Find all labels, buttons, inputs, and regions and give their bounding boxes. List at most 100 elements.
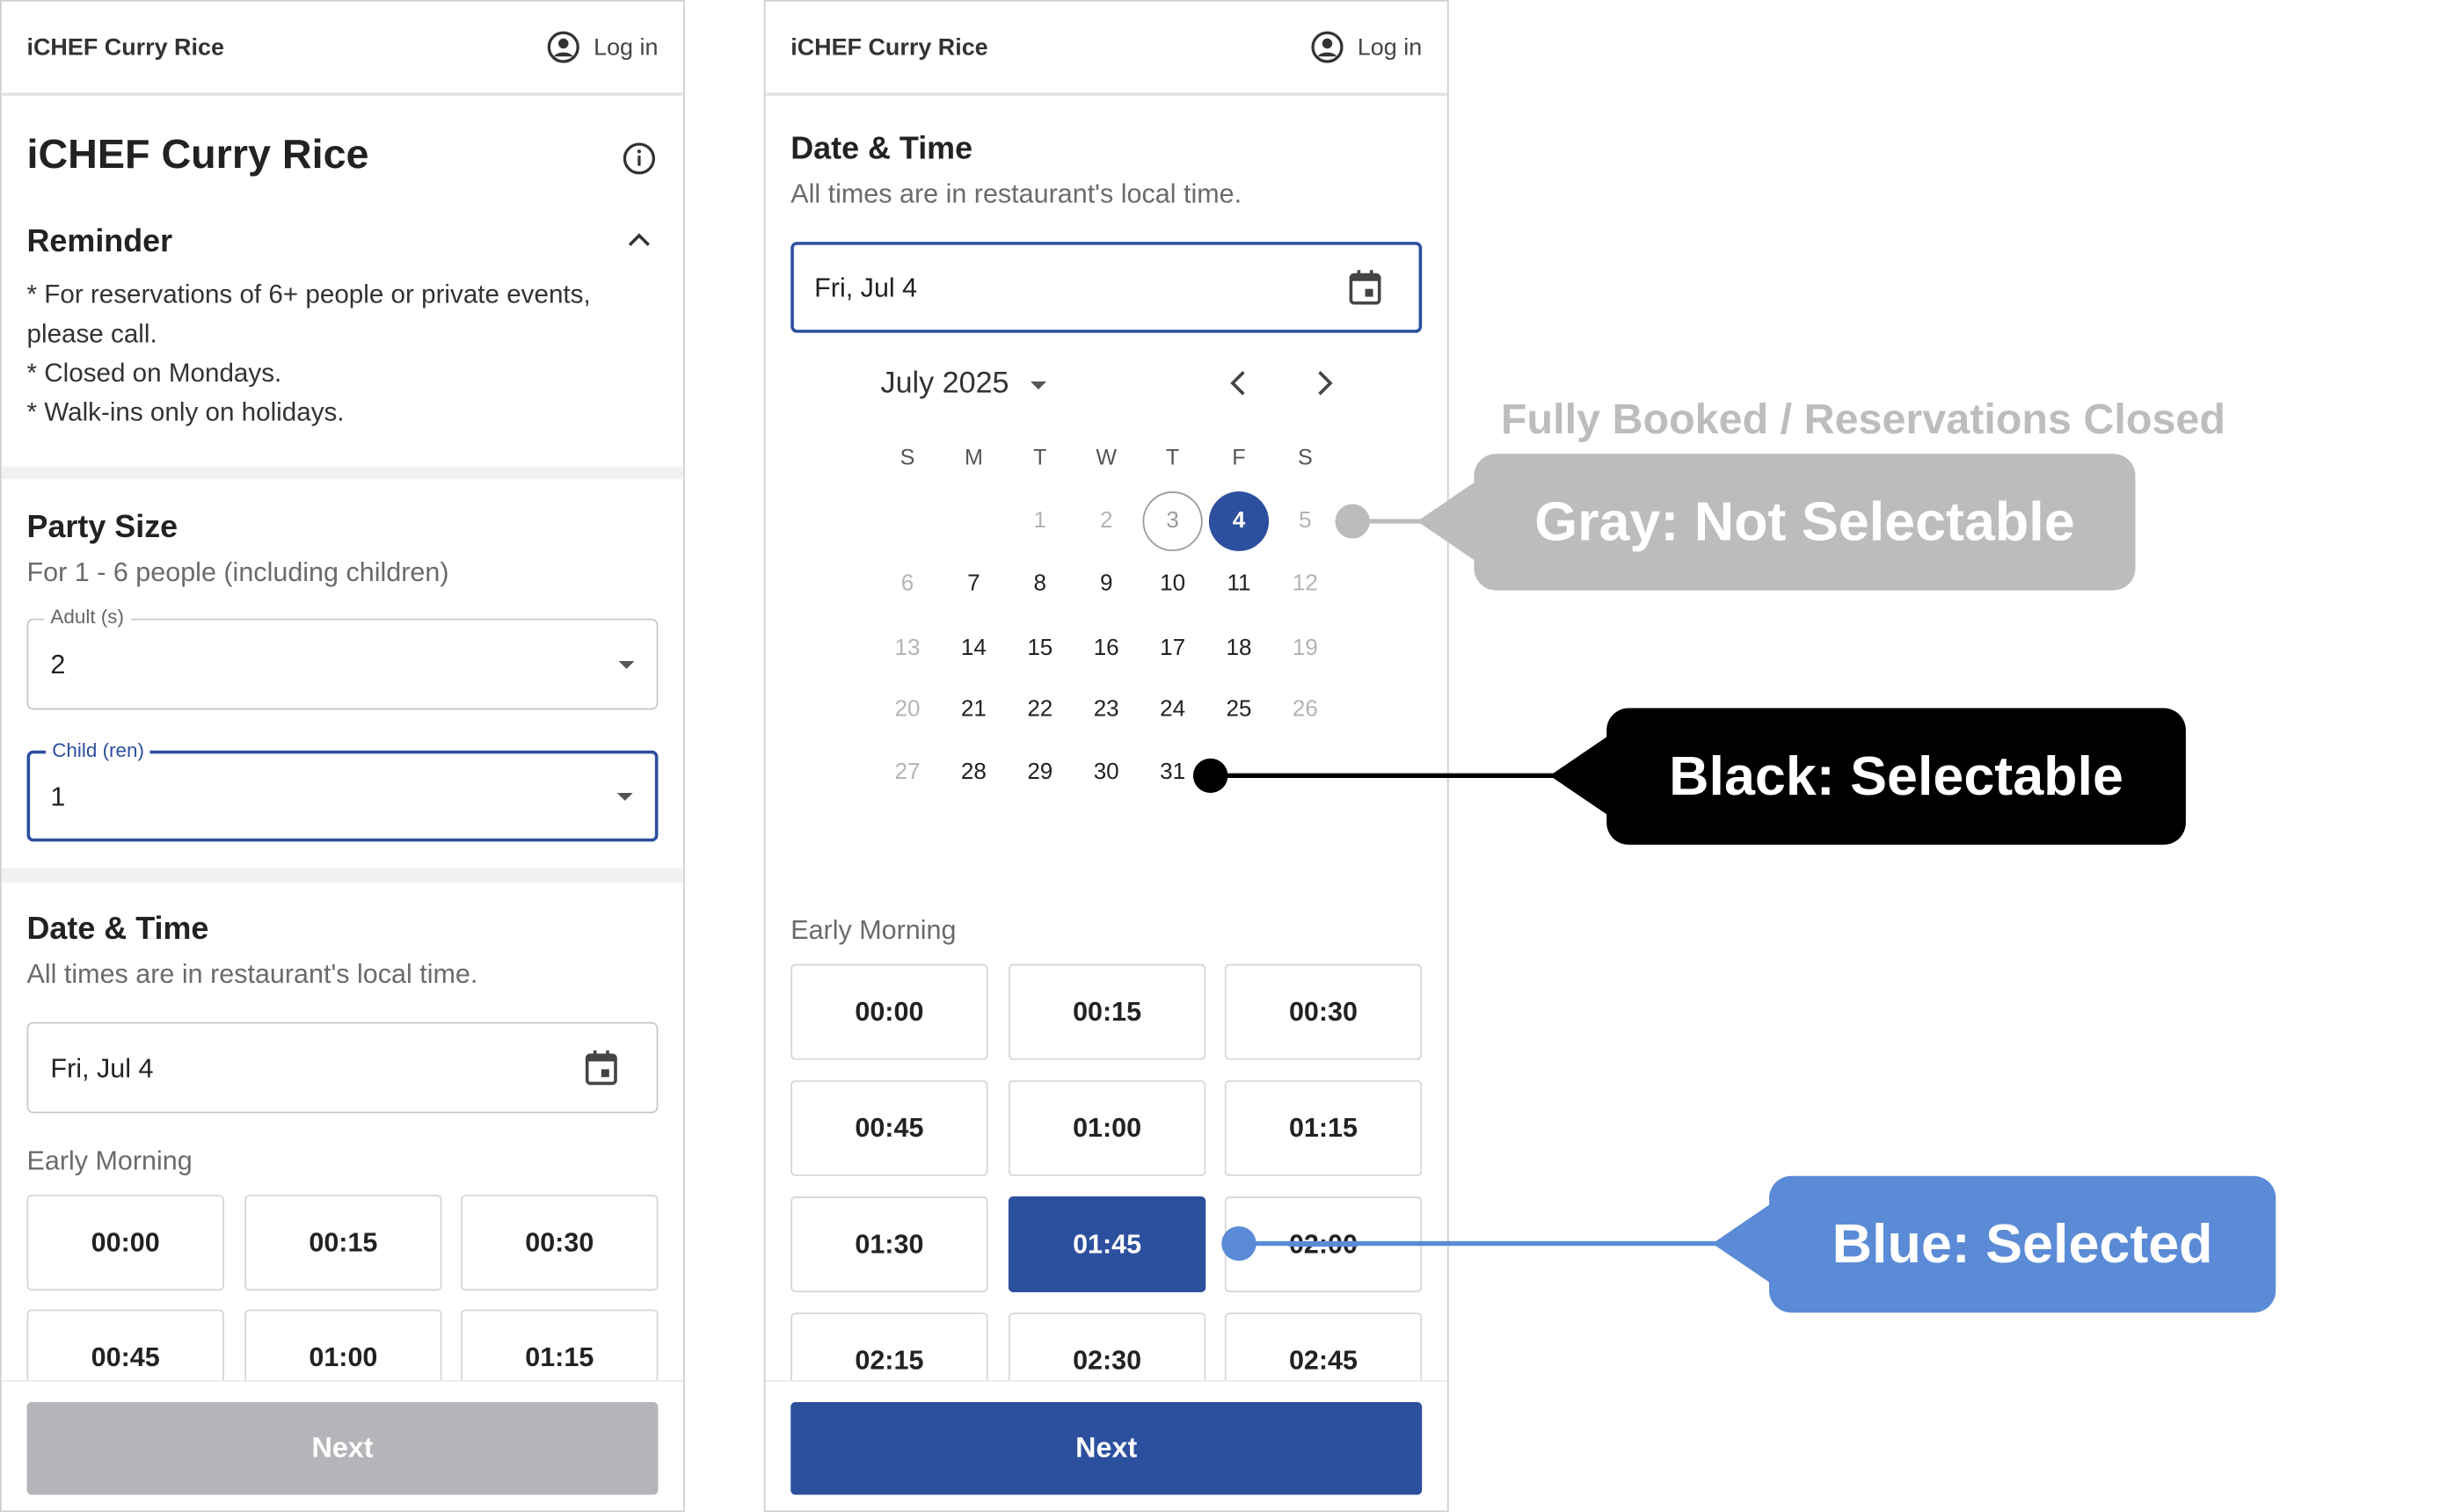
- time-section-label: Early Morning: [790, 915, 957, 946]
- calendar-day-unavailable: 2: [1099, 508, 1113, 534]
- calendar-day[interactable]: 21: [943, 680, 1003, 739]
- time-slot[interactable]: 02:00: [1224, 1196, 1423, 1292]
- calendar-day-unavailable: 13: [894, 636, 921, 661]
- calendar-day[interactable]: 29: [1010, 743, 1070, 803]
- calendar-day-unavailable: 20: [894, 697, 921, 723]
- adult-select[interactable]: Adult (s) 2: [26, 606, 659, 710]
- weekday-header: M: [964, 444, 983, 470]
- time-slot-selected[interactable]: 01:45: [1008, 1196, 1206, 1292]
- weekday-header: S: [900, 444, 915, 470]
- calendar-day[interactable]: 22: [1010, 680, 1070, 739]
- calendar-day-unavailable: 26: [1292, 697, 1318, 723]
- calendar-icon[interactable]: [1348, 268, 1382, 306]
- time-slot[interactable]: 01:00: [1008, 1079, 1206, 1176]
- login-button[interactable]: Log in: [1310, 30, 1422, 64]
- date-time-title: Date & Time: [26, 912, 209, 948]
- time-slot[interactable]: 01:30: [790, 1196, 988, 1292]
- weekday-header: T: [1165, 444, 1180, 470]
- calendar-day-selected[interactable]: 4: [1208, 491, 1270, 551]
- brand-name[interactable]: iCHEF Curry Rice: [27, 34, 224, 61]
- reminder-line: * Walk-ins only on holidays.: [26, 398, 345, 427]
- login-label: Log in: [594, 33, 659, 61]
- collapse-chevron-icon[interactable]: [627, 231, 652, 250]
- calendar-day[interactable]: 17: [1142, 619, 1202, 679]
- calendar-day[interactable]: 24: [1142, 680, 1202, 739]
- restaurant-name: iCHEF Curry Rice: [26, 130, 369, 178]
- dropdown-arrow-icon: [616, 792, 633, 801]
- reminder-text: * For reservations of 6+ people or priva…: [27, 276, 643, 433]
- section-divider: [1, 466, 684, 479]
- gray-legend-title: Fully Booked / Reservations Closed: [1500, 396, 2225, 443]
- calendar-day[interactable]: 11: [1209, 555, 1269, 614]
- previous-month-icon[interactable]: [1223, 366, 1255, 400]
- calendar-day[interactable]: 30: [1076, 743, 1136, 803]
- calendar-icon[interactable]: [584, 1049, 618, 1087]
- date-picker-field[interactable]: Fri, Jul 4: [26, 1021, 659, 1114]
- login-button[interactable]: Log in: [546, 30, 658, 64]
- date-value: Fri, Jul 4: [50, 1053, 154, 1084]
- calendar-day[interactable]: 8: [1010, 555, 1070, 614]
- calendar-day[interactable]: 18: [1209, 619, 1269, 679]
- child-value: 1: [50, 781, 66, 812]
- next-button[interactable]: Next: [790, 1402, 1423, 1495]
- gray-legend-callout: Gray: Not Selectable: [1474, 454, 2136, 591]
- calendar-day[interactable]: 28: [943, 743, 1003, 803]
- time-slot[interactable]: 00:15: [244, 1195, 442, 1291]
- info-icon[interactable]: [622, 142, 656, 176]
- black-legend-callout: Black: Selectable: [1606, 708, 2186, 845]
- time-slot[interactable]: 00:30: [1224, 963, 1423, 1060]
- time-slot[interactable]: 00:00: [790, 963, 988, 1060]
- weekday-header: F: [1232, 444, 1246, 470]
- date-time-subtitle: All times are in restaurant's local time…: [790, 178, 1242, 209]
- date-value: Fri, Jul 4: [814, 273, 918, 303]
- time-slot-label: 02:00: [1288, 1228, 1358, 1259]
- month-selector[interactable]: July 2025: [881, 367, 1047, 402]
- next-month-icon[interactable]: [1308, 366, 1340, 400]
- calendar-day-unavailable: 12: [1292, 571, 1318, 597]
- child-label: Child (ren): [46, 739, 151, 762]
- footer-bar: Next: [1, 1380, 684, 1511]
- weekday-header: T: [1033, 444, 1047, 470]
- month-label: July 2025: [880, 367, 1009, 401]
- date-time-title: Date & Time: [790, 132, 973, 167]
- calendar-day[interactable]: 14: [943, 619, 1003, 679]
- calendar-day-today[interactable]: 3: [1142, 491, 1203, 551]
- next-button[interactable]: Next: [26, 1402, 659, 1495]
- calendar-day[interactable]: 23: [1076, 680, 1136, 739]
- blue-callout-pointer: [1712, 1203, 1773, 1285]
- calendar-day[interactable]: 15: [1010, 619, 1070, 679]
- calendar-day-unavailable: 6: [900, 571, 914, 597]
- time-slot[interactable]: 01:15: [1224, 1079, 1423, 1176]
- black-callout-pointer: [1549, 734, 1610, 817]
- top-bar: iCHEF Curry Rice Log in: [1, 1, 684, 96]
- calendar-day[interactable]: 16: [1076, 619, 1136, 679]
- user-account-icon: [1311, 31, 1344, 63]
- time-slot[interactable]: 00:00: [26, 1195, 224, 1291]
- section-divider: [1, 868, 684, 883]
- child-select[interactable]: Child (ren) 1: [26, 739, 659, 842]
- dropdown-arrow-icon: [1031, 381, 1047, 389]
- calendar-day-unavailable: 5: [1299, 508, 1312, 534]
- brand-name[interactable]: iCHEF Curry Rice: [790, 34, 987, 61]
- time-slot[interactable]: 00:15: [1008, 963, 1206, 1060]
- calendar-day[interactable]: 31: [1142, 743, 1202, 803]
- calendar-day[interactable]: 10: [1142, 555, 1202, 614]
- calendar-day[interactable]: 9: [1076, 555, 1136, 614]
- booking-panel-calendar: iCHEF Curry Rice Log in Date & Time All …: [763, 0, 1449, 1512]
- calendar-day-unavailable: 27: [894, 760, 921, 786]
- calendar-day-unavailable: 19: [1292, 636, 1318, 661]
- reminder-title: Reminder: [26, 224, 173, 259]
- calendar-day[interactable]: 25: [1209, 680, 1269, 739]
- party-size-subtitle: For 1 - 6 people (including children): [26, 557, 449, 588]
- booking-panel-initial: iCHEF Curry Rice Log in iCHEF Curry Rice…: [0, 0, 685, 1512]
- time-section-label: Early Morning: [26, 1145, 193, 1176]
- time-slot[interactable]: 00:45: [790, 1079, 988, 1176]
- weekday-header: W: [1096, 444, 1118, 470]
- calendar-day[interactable]: 7: [943, 555, 1003, 614]
- login-label: Log in: [1357, 33, 1423, 61]
- weekday-header: S: [1297, 444, 1313, 470]
- time-slot[interactable]: 00:30: [461, 1195, 659, 1291]
- date-time-subtitle: All times are in restaurant's local time…: [26, 959, 478, 990]
- reminder-line: * Closed on Mondays.: [26, 360, 282, 389]
- date-picker-field[interactable]: Fri, Jul 4: [790, 242, 1423, 333]
